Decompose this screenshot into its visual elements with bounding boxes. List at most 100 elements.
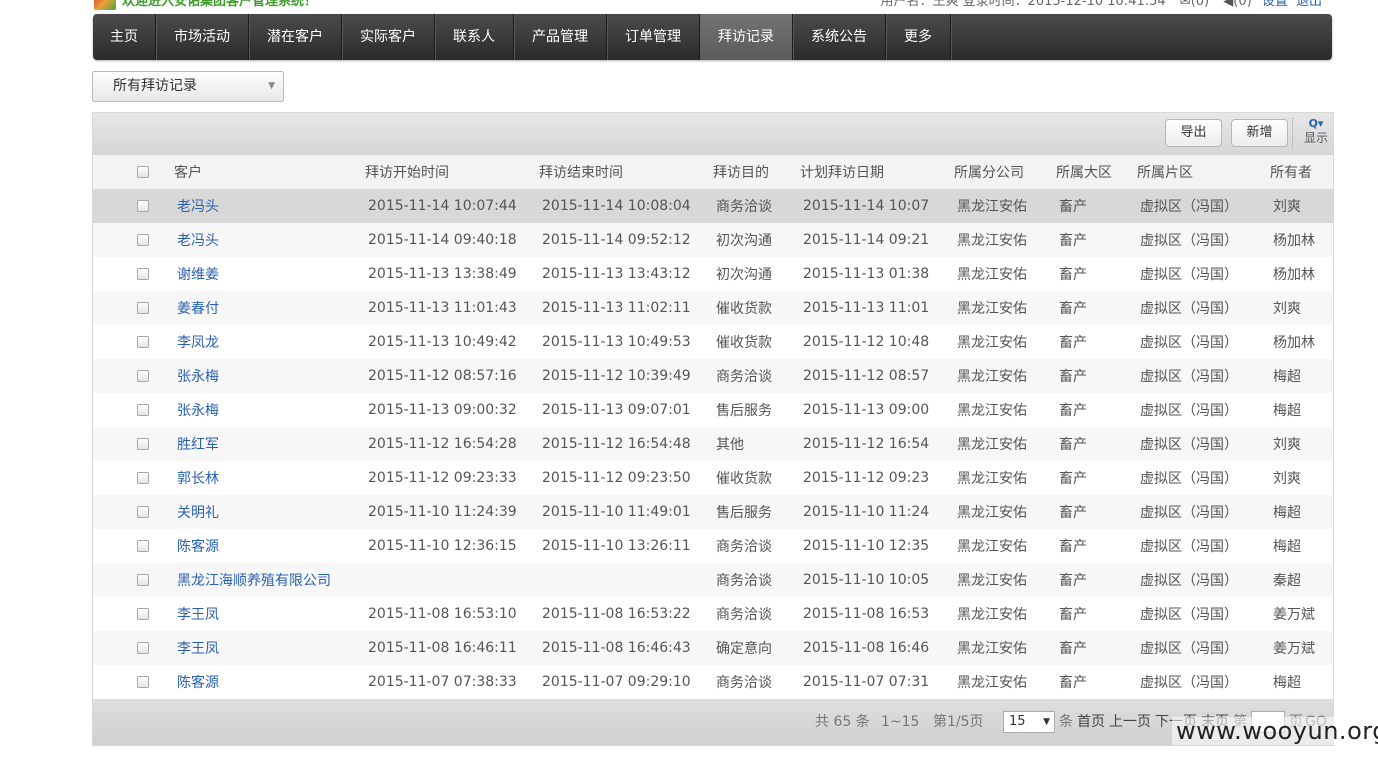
row-checkbox[interactable] bbox=[137, 393, 149, 427]
customer-link[interactable]: 陈客源 bbox=[177, 665, 219, 699]
customer-link[interactable]: 李王凤 bbox=[177, 597, 219, 631]
table-row[interactable]: 老冯头 2015-11-14 10:07:44 2015-11-14 10:08:0… bbox=[93, 189, 1333, 223]
table-cell: 刘爽 bbox=[1273, 471, 1301, 487]
table-row[interactable]: 老冯头 2015-11-14 09:40:18 2015-11-14 09:52:1… bbox=[93, 223, 1333, 257]
table-row[interactable]: 郭长林 2015-11-12 09:23:33 2015-11-12 09:23:5… bbox=[93, 461, 1333, 495]
row-checkbox[interactable] bbox=[137, 529, 149, 563]
table-cell: 催收货款 bbox=[716, 301, 772, 317]
nav-item[interactable]: 市场活动 bbox=[156, 14, 249, 60]
table-cell: 虚拟区（冯国） bbox=[1140, 573, 1238, 589]
nav-item[interactable]: 产品管理 bbox=[514, 14, 607, 60]
per-page-unit: 条 bbox=[1059, 714, 1073, 730]
select-all-checkbox[interactable] bbox=[137, 155, 149, 189]
table-cell: 黑龙江安佑 bbox=[957, 505, 1027, 521]
table-cell: 商务洽谈 bbox=[716, 573, 772, 589]
logout-link[interactable]: 退出 bbox=[1296, 0, 1322, 9]
settings-link[interactable]: 设置 bbox=[1262, 0, 1288, 9]
table-row[interactable]: 张永梅 2015-11-13 09:00:32 2015-11-13 09:07:0… bbox=[93, 393, 1333, 427]
nav-item[interactable]: 潜在客户 bbox=[249, 14, 342, 60]
nav-item[interactable]: 订单管理 bbox=[607, 14, 700, 60]
nav-item[interactable]: 主页 bbox=[93, 14, 156, 60]
table-cell: 2015-11-14 09:52:12 bbox=[542, 232, 691, 248]
table-cell: 2015-11-13 09:07:01 bbox=[542, 402, 691, 418]
row-checkbox[interactable] bbox=[137, 359, 149, 393]
column-header[interactable]: 拜访结束时间 bbox=[539, 155, 623, 189]
row-checkbox[interactable] bbox=[137, 257, 149, 291]
row-checkbox[interactable] bbox=[137, 189, 149, 223]
page-size-select[interactable]: 15 ▼ bbox=[1003, 711, 1055, 733]
toolbar-divider bbox=[1292, 117, 1293, 149]
watermark: www.wooyun.org bbox=[1172, 717, 1378, 745]
table-row[interactable]: 陈客源 2015-11-10 12:36:15 2015-11-10 13:26:1… bbox=[93, 529, 1333, 563]
row-checkbox[interactable] bbox=[137, 495, 149, 529]
table-cell: 2015-11-12 16:54:28 bbox=[368, 436, 517, 452]
customer-link[interactable]: 李王凤 bbox=[177, 631, 219, 665]
speaker-icon[interactable]: ◀ bbox=[1223, 0, 1233, 9]
table-cell: 2015-11-13 11:02:11 bbox=[542, 300, 691, 316]
table-cell: 虚拟区（冯国） bbox=[1140, 471, 1238, 487]
table-row[interactable]: 胜红军 2015-11-12 16:54:28 2015-11-12 16:54:4… bbox=[93, 427, 1333, 461]
table-header: 客户 拜访开始时间 拜访结束时间 拜访目的 计划拜访日期 所属分公司 所属大区 … bbox=[93, 155, 1333, 190]
nav-item[interactable]: 更多 bbox=[886, 14, 951, 60]
mail-count[interactable]: (0) bbox=[1191, 0, 1209, 9]
table-row[interactable]: 关明礼 2015-11-10 11:24:39 2015-11-10 11:49:0… bbox=[93, 495, 1333, 529]
customer-link[interactable]: 郭长林 bbox=[177, 461, 219, 495]
first-page-link[interactable]: 首页 bbox=[1077, 699, 1105, 745]
nav-item[interactable]: 拜访记录 bbox=[700, 14, 793, 60]
table-row[interactable]: 陈客源 2015-11-07 07:38:33 2015-11-07 09:29:1… bbox=[93, 665, 1333, 699]
row-checkbox[interactable] bbox=[137, 223, 149, 257]
customer-link[interactable]: 张永梅 bbox=[177, 359, 219, 393]
row-checkbox[interactable] bbox=[137, 427, 149, 461]
table-row[interactable]: 李王凤 2015-11-08 16:46:11 2015-11-08 16:46:4… bbox=[93, 631, 1333, 665]
nav-item[interactable]: 联系人 bbox=[435, 14, 514, 60]
row-checkbox[interactable] bbox=[137, 597, 149, 631]
column-display-toggle[interactable]: Q▾ 显示 bbox=[1302, 117, 1330, 145]
table-cell: 2015-11-10 11:24 bbox=[803, 504, 930, 520]
table-cell: 2015-11-12 16:54 bbox=[803, 436, 930, 452]
nav-item[interactable]: 实际客户 bbox=[342, 14, 435, 60]
table-cell: 商务洽谈 bbox=[716, 675, 772, 691]
new-record-button[interactable]: 新增 bbox=[1231, 119, 1288, 147]
customer-link[interactable]: 谢维姜 bbox=[177, 257, 219, 291]
row-checkbox[interactable] bbox=[137, 665, 149, 699]
table-row[interactable]: 姜春付 2015-11-13 11:01:43 2015-11-13 11:02:1… bbox=[93, 291, 1333, 325]
column-header[interactable]: 所属分公司 bbox=[954, 155, 1024, 189]
column-header[interactable]: 所有者 bbox=[1270, 155, 1312, 189]
row-checkbox[interactable] bbox=[137, 631, 149, 665]
row-checkbox[interactable] bbox=[137, 291, 149, 325]
table-row[interactable]: 李凤龙 2015-11-13 10:49:42 2015-11-13 10:49:5… bbox=[93, 325, 1333, 359]
customer-link[interactable]: 陈客源 bbox=[177, 529, 219, 563]
row-checkbox[interactable] bbox=[137, 461, 149, 495]
table-row[interactable]: 谢维姜 2015-11-13 13:38:49 2015-11-13 13:43:1… bbox=[93, 257, 1333, 291]
customer-link[interactable]: 李凤龙 bbox=[177, 325, 219, 359]
table-cell: 姜万斌 bbox=[1273, 641, 1315, 657]
notice-count[interactable]: (0) bbox=[1233, 0, 1251, 9]
column-header[interactable]: 所属片区 bbox=[1137, 155, 1193, 189]
table-cell: 售后服务 bbox=[716, 403, 772, 419]
column-header[interactable]: 客户 bbox=[174, 155, 202, 189]
prev-page-link[interactable]: 上一页 bbox=[1109, 699, 1151, 745]
customer-link[interactable]: 黑龙江海顺养殖有限公司 bbox=[177, 563, 331, 597]
customer-link[interactable]: 胜红军 bbox=[177, 427, 219, 461]
row-checkbox[interactable] bbox=[137, 563, 149, 597]
record-filter-select[interactable]: 所有拜访记录 ▼ bbox=[92, 71, 284, 102]
table-cell: 杨加林 bbox=[1273, 335, 1315, 351]
nav-item[interactable]: 系统公告 bbox=[793, 14, 886, 60]
column-header[interactable]: 拜访开始时间 bbox=[365, 155, 449, 189]
table-row[interactable]: 张永梅 2015-11-12 08:57:16 2015-11-12 10:39:4… bbox=[93, 359, 1333, 393]
row-checkbox[interactable] bbox=[137, 325, 149, 359]
customer-link[interactable]: 老冯头 bbox=[177, 189, 219, 223]
mail-icon[interactable]: ✉ bbox=[1180, 0, 1191, 9]
export-button[interactable]: 导出 bbox=[1165, 119, 1222, 147]
customer-link[interactable]: 张永梅 bbox=[177, 393, 219, 427]
top-header: 欢迎进入安佑集团客户管理系统！ 用户名：王爽 登录时间：2015-12-10 1… bbox=[0, 0, 1378, 12]
table-row[interactable]: 黑龙江海顺养殖有限公司 商务洽谈 2015-11-10 10:05 黑龙江安佑 畜产 虚拟… bbox=[93, 563, 1333, 597]
column-header[interactable]: 所属大区 bbox=[1056, 155, 1112, 189]
customer-link[interactable]: 姜春付 bbox=[177, 291, 219, 325]
column-header[interactable]: 计划拜访日期 bbox=[800, 155, 884, 189]
table-row[interactable]: 李王凤 2015-11-08 16:53:10 2015-11-08 16:53:2… bbox=[93, 597, 1333, 631]
column-header[interactable]: 拜访目的 bbox=[713, 155, 769, 189]
customer-link[interactable]: 关明礼 bbox=[177, 495, 219, 529]
customer-link[interactable]: 老冯头 bbox=[177, 223, 219, 257]
table-cell: 2015-11-08 16:46 bbox=[803, 640, 930, 656]
